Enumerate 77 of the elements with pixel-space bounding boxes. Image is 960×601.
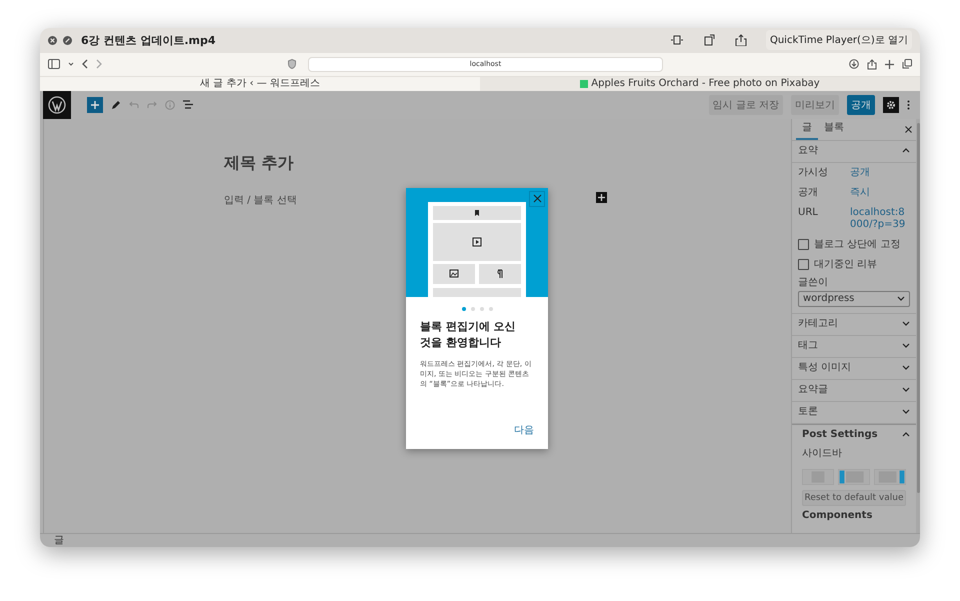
publish-button[interactable]: 공개 [847,94,875,115]
window-title: 6강 컨텐츠 업데이트.mp4 [81,32,216,48]
block-placeholder[interactable]: 입력 / 블록 선택 [224,192,297,207]
caret-icon[interactable] [68,62,74,66]
chevron-icon [902,365,910,370]
page-dot[interactable] [470,306,474,311]
close-button[interactable] [529,190,545,207]
page-dot[interactable] [480,306,484,311]
plus-icon[interactable] [885,60,894,69]
blocked-icon[interactable] [63,36,72,45]
back-icon[interactable] [82,59,88,70]
close-icon[interactable] [48,36,57,45]
share-icon[interactable] [734,34,748,46]
sidebar-tab[interactable]: 블록 [818,118,850,140]
reset-button[interactable]: Reset to default value [802,490,906,506]
resize-icon[interactable] [670,34,684,46]
checkbox-label: 대기중인 리뷰 [814,258,878,271]
tabs-icon[interactable] [902,59,912,70]
next-button[interactable]: 다음 [514,422,534,437]
panel-title: Post Settings [802,428,878,441]
download-icon[interactable] [849,59,859,70]
pencil-icon[interactable] [111,100,121,110]
toolbar-button[interactable]: 임시 글로 저장 [708,94,783,115]
browser-tab[interactable]: Apples Fruits Orchard - Free photo on Pixabay [480,76,920,91]
panel-title: 카테고리 [798,318,838,330]
sidebar-tab[interactable]: 글 [796,118,818,140]
add-block-button[interactable] [87,96,103,113]
field-link[interactable]: localhost:8000/?p=39 [850,206,910,231]
shield-icon[interactable] [288,59,296,70]
close-icon [532,194,542,204]
caret-icon [897,296,905,302]
chevron-icon [902,409,910,414]
chevron-icon [902,321,910,326]
settings-button[interactable] [883,96,899,113]
author-select[interactable]: wordpress [798,290,910,307]
dialog-heading: 블록 편집기에 오신 것을 환영합니다 [420,318,517,351]
wordpress-logo [48,96,66,114]
checkbox-label: 블로그 상단에 고정 [814,238,900,251]
chevron-icon [902,432,910,437]
plus-icon [91,100,99,109]
field-label: 가시성 [798,166,829,179]
breadcrumb[interactable]: 글 [54,535,64,546]
add-block-button[interactable] [596,192,607,203]
plus-icon [598,194,605,201]
panel-header[interactable]: Post Settings [798,424,910,445]
field-link[interactable]: 공개 [850,166,870,179]
rotate-icon[interactable] [702,34,716,46]
sidebar-icon[interactable] [48,59,60,70]
page-dot[interactable] [488,306,492,311]
more-icon[interactable] [907,100,910,110]
panel-title: 태그 [798,340,818,352]
close-icon[interactable] [905,126,912,133]
field-label: 사이드바 [801,446,843,461]
checkbox[interactable] [798,259,809,270]
toolbar-button[interactable]: 미리보기 [791,94,839,115]
checkbox[interactable] [798,239,809,250]
field-label: URL [798,206,819,220]
panel-title: 요약 [798,145,818,158]
panel-title: 토론 [798,406,818,418]
field-link[interactable]: 즉시 [850,186,870,199]
panel-title: 특성 이미지 [798,362,852,374]
chevron-icon [902,387,910,392]
logo-button[interactable] [43,90,71,119]
list-view-icon[interactable] [183,100,193,110]
open-with-button[interactable]: QuickTime Player(으)로 열기 [766,30,912,50]
field-label: 공개 [798,186,819,199]
settings-icon [886,100,896,110]
field-label: 글쓴이 [798,276,829,289]
section-label: Components [801,508,874,522]
post-title-placeholder[interactable]: 제목 추가 [224,152,294,174]
page-dot[interactable] [462,306,466,311]
chevron-icon [902,148,910,154]
share-icon[interactable] [867,58,877,70]
scrollbar[interactable] [916,118,920,534]
panel-title: 요약글 [798,384,828,396]
chevron-icon [902,343,910,348]
site-icon [580,80,588,88]
